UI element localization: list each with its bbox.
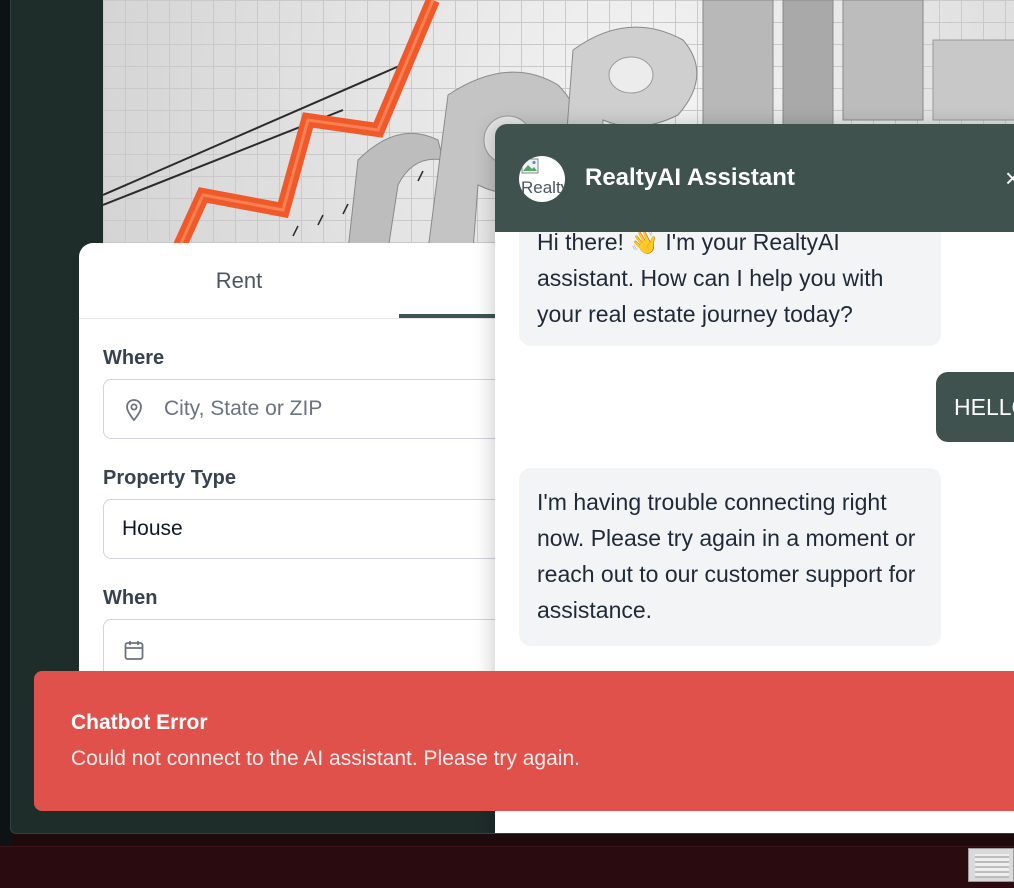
- tab-rent[interactable]: Rent: [79, 243, 399, 319]
- property-type-select[interactable]: House: [103, 499, 539, 559]
- property-type-value: House: [122, 517, 183, 540]
- assistant-avatar: Realty: [519, 156, 565, 202]
- error-toast: Chatbot Error Could not connect to the A…: [34, 671, 1014, 811]
- desktop-taskbar: [0, 846, 1014, 888]
- avatar-alt-text: Realty: [521, 178, 565, 197]
- chat-header: Realty RealtyAI Assistant ×: [495, 124, 1014, 232]
- search-tabs: Rent: [79, 243, 539, 319]
- location-pin-icon: [126, 399, 142, 422]
- where-field[interactable]: [103, 379, 539, 439]
- when-label: When: [103, 587, 158, 609]
- calendar-icon: [124, 641, 144, 660]
- chat-message-user: HELLO: [936, 372, 1014, 442]
- toast-message: Could not connect to the AI assistant. P…: [71, 747, 580, 770]
- chat-message-assistant: I'm having trouble connecting right now.…: [519, 468, 941, 646]
- property-type-label: Property Type: [103, 467, 236, 489]
- where-label: Where: [103, 347, 165, 369]
- when-date-field[interactable]: [103, 619, 539, 679]
- chat-title: RealtyAI Assistant: [585, 164, 795, 191]
- where-input[interactable]: [164, 380, 524, 438]
- broken-image-icon: [521, 158, 539, 174]
- property-search-card: Rent Where Property Type House When: [79, 243, 539, 703]
- window-thumbnail-icon[interactable]: [968, 848, 1014, 882]
- toast-title: Chatbot Error: [71, 711, 208, 734]
- chat-message-assistant: Hi there! 👋 I'm your RealtyAI assistant.…: [519, 212, 941, 346]
- close-chat-button[interactable]: ×: [1005, 164, 1014, 192]
